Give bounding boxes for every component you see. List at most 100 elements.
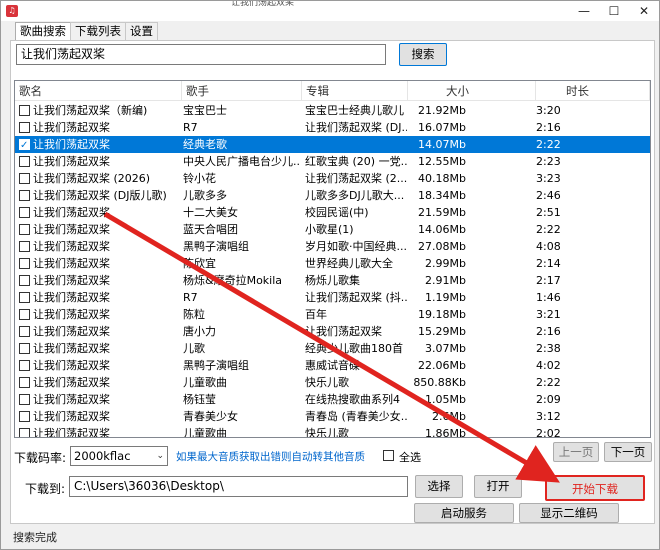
row-size: 19.18Mb [418, 308, 466, 321]
table-row[interactable]: 让我们荡起双桨 (DJ版儿歌) 儿歌多多 儿歌多多DJ儿歌大... 18.34Mb 2:… [15, 187, 650, 204]
search-button[interactable]: 搜索 [399, 43, 447, 66]
row-checkbox[interactable] [19, 156, 30, 167]
table-row[interactable]: 让我们荡起双桨 经典老歌 14.07Mb 2:22 [15, 136, 650, 154]
table-row[interactable]: 让我们荡起双桨 杨烁&摩奇拉Mokila 杨烁儿歌集 2.91Mb 2:17 [15, 272, 650, 289]
row-name: 让我们荡起双桨 [33, 223, 110, 236]
song-list[interactable]: 歌名 歌手 专辑 大小 时长 让我们荡起双桨（新编) 宝宝巴士 宝宝巴士经典儿歌儿 2… [14, 80, 651, 438]
row-duration: 2:16 [536, 121, 561, 134]
table-row[interactable]: 让我们荡起双桨 黑鸭子演唱组 惠威试音碟 22.06Mb 4:02 [15, 357, 650, 374]
row-album: 在线热搜歌曲系列4 [305, 393, 400, 406]
row-checkbox[interactable] [19, 241, 30, 252]
row-checkbox[interactable] [19, 122, 30, 133]
row-duration: 3:12 [536, 410, 561, 423]
row-checkbox[interactable] [19, 360, 30, 371]
row-name: 让我们荡起双桨 [33, 274, 110, 287]
column-header-duration[interactable]: 时长 [536, 81, 650, 101]
table-row[interactable]: 让我们荡起双桨 儿童歌曲 快乐儿歌 1.86Mb 2:02 [15, 425, 650, 438]
table-row[interactable]: 让我们荡起双桨 十二大美女 校园民谣(中) 21.59Mb 2:51 [15, 204, 650, 221]
row-size: 1.86Mb [425, 427, 466, 438]
download-path-input[interactable]: C:\Users\36036\Desktop\ [69, 476, 408, 497]
open-folder-button[interactable]: 打开 [474, 475, 522, 498]
row-singer: R7 [183, 121, 198, 134]
tab-song-search[interactable]: 歌曲搜索 [15, 22, 71, 41]
table-row[interactable]: 让我们荡起双桨 R7 让我们荡起双桨 (抖... 1.19Mb 1:46 [15, 289, 650, 306]
table-row[interactable]: 让我们荡起双桨（新编) 宝宝巴士 宝宝巴士经典儿歌儿 21.92Mb 3:20 [15, 102, 650, 119]
row-size: 2.91Mb [425, 274, 466, 287]
row-album: 惠威试音碟 [305, 359, 360, 372]
select-all-checkbox[interactable] [383, 450, 394, 461]
column-header-size[interactable]: 大小 [408, 81, 536, 101]
row-size: 16.07Mb [418, 121, 466, 134]
prev-page-button[interactable]: 上一页 [553, 442, 599, 462]
bitrate-select[interactable]: 2000kflac ⌄ [70, 446, 168, 466]
app-window: ♫ 让我们荡起双桨 — ☐ ✕ 歌曲搜索 下载列表 设置 让我们荡起双桨 搜索 … [0, 0, 660, 550]
table-row[interactable]: 让我们荡起双桨 陈欣宜 世界经典儿歌大全 2.99Mb 2:14 [15, 255, 650, 272]
row-duration: 3:20 [536, 104, 561, 117]
row-name: 让我们荡起双桨 [33, 376, 110, 389]
show-qrcode-button[interactable]: 显示二维码 [519, 503, 619, 523]
search-input[interactable]: 让我们荡起双桨 [16, 44, 386, 65]
row-checkbox[interactable] [19, 258, 30, 269]
row-singer: 杨钰莹 [183, 393, 216, 406]
row-duration: 2:14 [536, 257, 561, 270]
row-checkbox[interactable] [19, 173, 30, 184]
column-header-singer[interactable]: 歌手 [182, 81, 302, 101]
row-singer: 唐小力 [183, 325, 216, 338]
table-row[interactable]: 让我们荡起双桨 中央人民广播电台少儿... 红歌宝典 (20) 一党... 12.55… [15, 153, 650, 170]
start-service-button[interactable]: 启动服务 [414, 503, 514, 523]
row-checkbox[interactable] [19, 224, 30, 235]
tab-settings[interactable]: 设置 [125, 22, 158, 40]
row-checkbox[interactable] [19, 326, 30, 337]
title-bar[interactable]: ♫ 让我们荡起双桨 — ☐ ✕ [1, 1, 659, 21]
choose-folder-button[interactable]: 选择 [415, 475, 463, 498]
row-name: 让我们荡起双桨 [33, 342, 110, 355]
table-row[interactable]: 让我们荡起双桨 青春美少女 青春岛 (青春美少女... 2.6Mb 3:12 [15, 408, 650, 425]
row-checkbox[interactable] [19, 292, 30, 303]
row-checkbox[interactable] [19, 377, 30, 388]
table-row[interactable]: 让我们荡起双桨 蓝天合唱团 小歌星(1) 14.06Mb 2:22 [15, 221, 650, 238]
row-checkbox[interactable] [19, 137, 30, 154]
row-singer: 黑鸭子演唱组 [183, 359, 249, 372]
table-row[interactable]: 让我们荡起双桨 儿童歌曲 快乐儿歌 850.88Kb 2:22 [15, 374, 650, 391]
row-singer: 黑鸭子演唱组 [183, 240, 249, 253]
table-row[interactable]: 让我们荡起双桨 杨钰莹 在线热搜歌曲系列4 1.05Mb 2:09 [15, 391, 650, 408]
minimize-button[interactable]: — [569, 1, 599, 21]
tab-download-list[interactable]: 下载列表 [70, 22, 126, 40]
row-duration: 2:22 [536, 223, 561, 236]
row-checkbox[interactable] [19, 428, 30, 437]
table-row[interactable]: 让我们荡起双桨 陈粒 百年 19.18Mb 3:21 [15, 306, 650, 323]
row-duration: 2:09 [536, 393, 561, 406]
row-name: 让我们荡起双桨 [33, 240, 110, 253]
row-checkbox[interactable] [19, 394, 30, 405]
start-download-button[interactable]: 开始下载 [545, 475, 645, 501]
table-row[interactable]: 让我们荡起双桨 儿歌 经典少儿歌曲180首 3.07Mb 2:38 [15, 340, 650, 357]
close-button[interactable]: ✕ [629, 1, 659, 21]
row-size: 15.29Mb [418, 325, 466, 338]
maximize-button[interactable]: ☐ [599, 1, 629, 21]
row-singer: 青春美少女 [183, 410, 238, 423]
table-row[interactable]: 让我们荡起双桨 R7 让我们荡起双桨 (DJ... 16.07Mb 2:16 [15, 119, 650, 136]
row-name: 让我们荡起双桨 [33, 138, 110, 151]
table-row[interactable]: 让我们荡起双桨 唐小力 让我们荡起双桨 15.29Mb 2:16 [15, 323, 650, 340]
row-singer: 宝宝巴士 [183, 104, 227, 117]
row-singer: 陈欣宜 [183, 257, 216, 270]
column-header-name[interactable]: 歌名 [15, 81, 182, 101]
row-checkbox[interactable] [19, 411, 30, 422]
row-checkbox[interactable] [19, 207, 30, 218]
row-album: 让我们荡起双桨 (2... [305, 172, 407, 185]
row-album: 岁月如歌·中国经典... [305, 240, 407, 253]
row-name: 让我们荡起双桨 [33, 121, 110, 134]
row-checkbox[interactable] [19, 105, 30, 116]
column-header-album[interactable]: 专辑 [302, 81, 408, 101]
row-album: 快乐儿歌 [305, 427, 349, 438]
table-row[interactable]: 让我们荡起双桨 (2026) 铃小花 让我们荡起双桨 (2... 40.18Mb 3:2… [15, 170, 650, 187]
row-checkbox[interactable] [19, 343, 30, 354]
row-name: 让我们荡起双桨 [33, 155, 110, 168]
row-singer: 儿童歌曲 [183, 376, 227, 389]
row-checkbox[interactable] [19, 190, 30, 201]
row-checkbox[interactable] [19, 275, 30, 286]
table-row[interactable]: 让我们荡起双桨 黑鸭子演唱组 岁月如歌·中国经典... 27.08Mb 4:08 [15, 238, 650, 255]
row-name: 让我们荡起双桨 (DJ版儿歌) [33, 189, 167, 202]
row-checkbox[interactable] [19, 309, 30, 320]
next-page-button[interactable]: 下一页 [604, 442, 652, 462]
